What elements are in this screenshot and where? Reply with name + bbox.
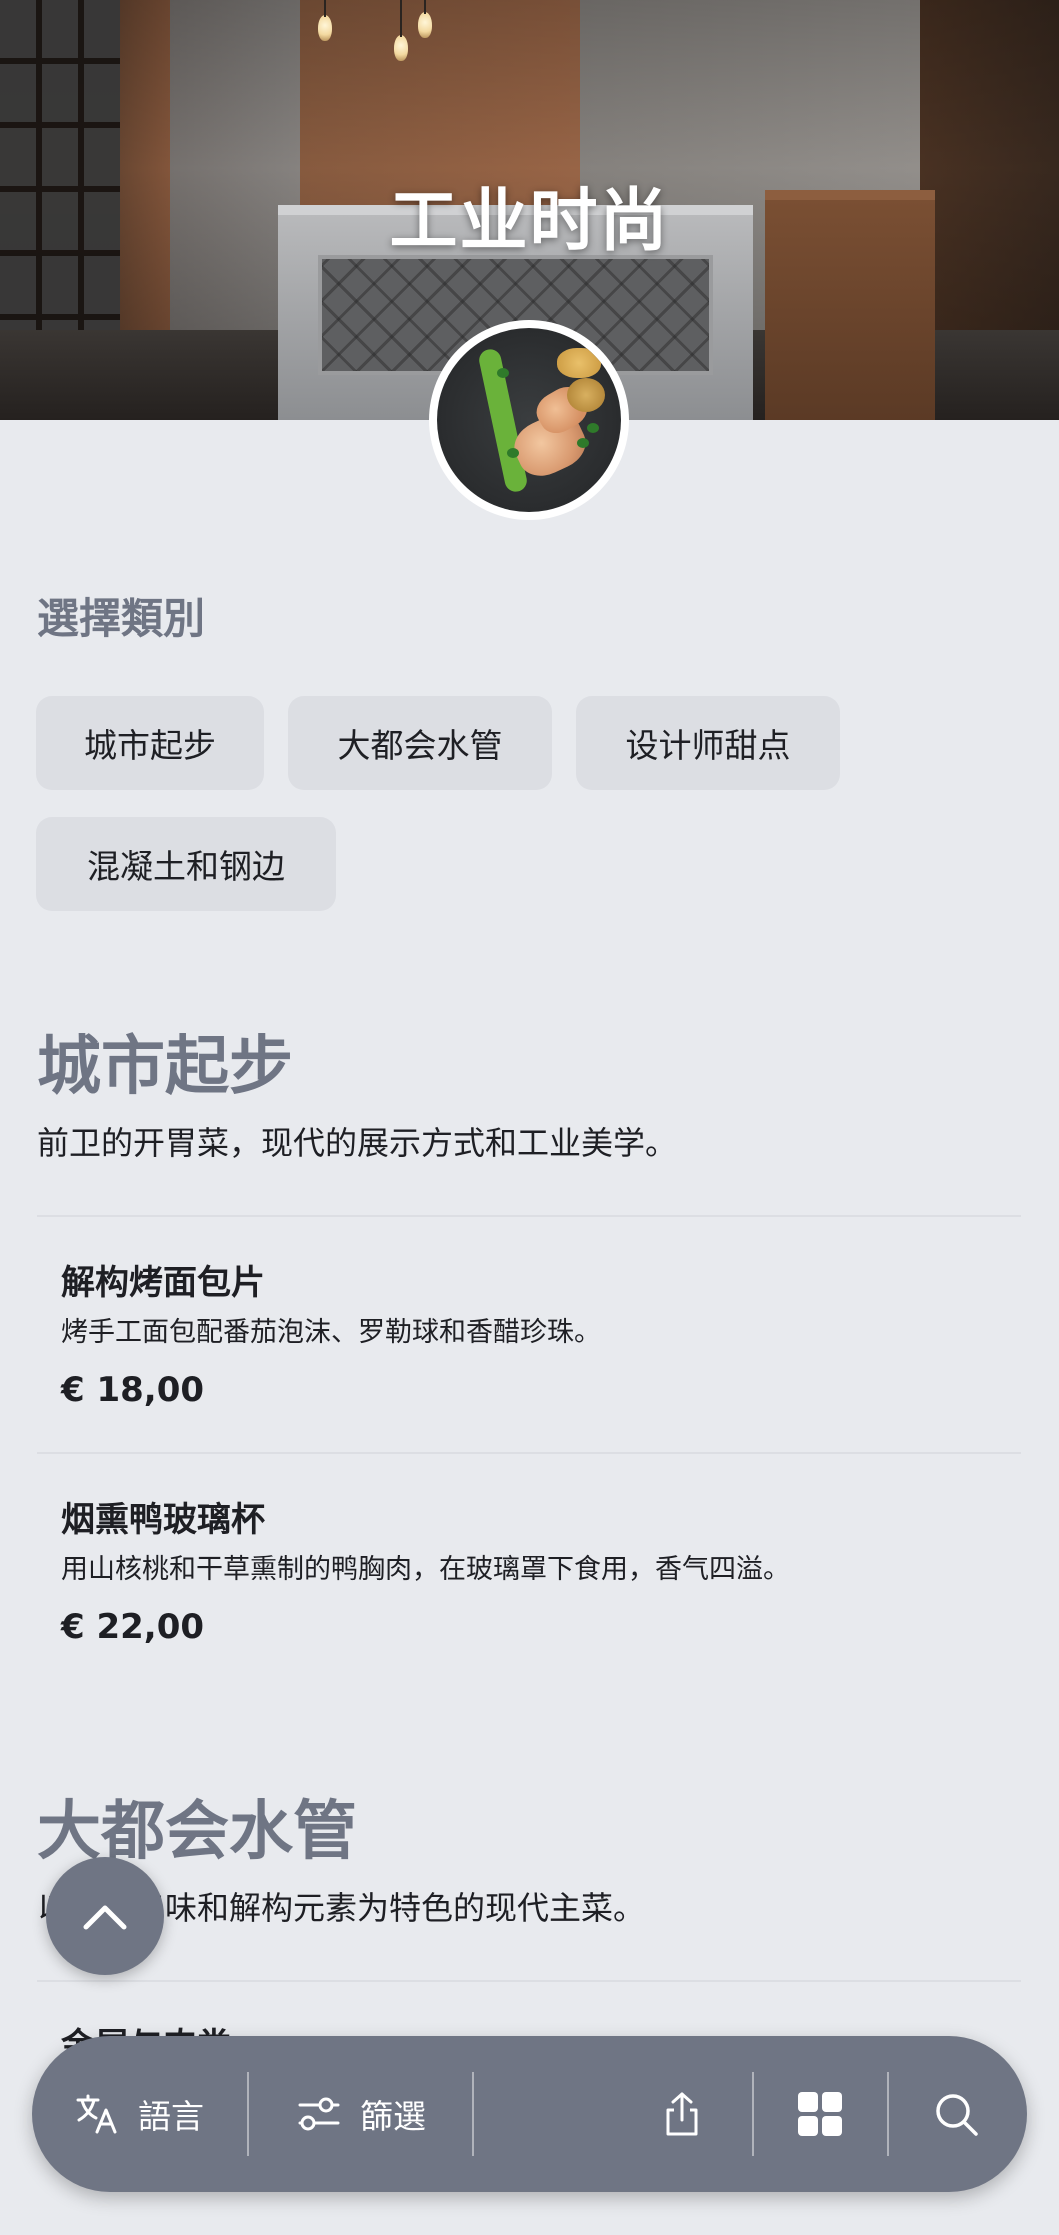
category-chip[interactable]: 大都会水管 <box>288 696 552 790</box>
item-name: 解构烤面包片 <box>61 1263 265 1303</box>
divider <box>37 1215 1021 1217</box>
divider <box>37 1980 1021 1982</box>
category-chip-label: 城市起步 <box>84 726 216 765</box>
bottom-toolbar: 語言 篩選 <box>32 2036 1027 2192</box>
language-button[interactable]: 語言 <box>74 2036 204 2192</box>
search-icon <box>936 2094 978 2136</box>
translate-icon <box>76 2094 117 2134</box>
item-name: 烟熏鸭玻璃杯 <box>61 1500 265 1540</box>
restaurant-logo <box>429 320 629 520</box>
category-chip[interactable]: 设计师甜点 <box>576 696 840 790</box>
category-chip-label: 大都会水管 <box>337 726 503 765</box>
filter-icon <box>298 2097 340 2131</box>
category-chip-label: 设计师甜点 <box>625 726 791 765</box>
divider <box>37 1452 1021 1454</box>
item-price: € 18,00 <box>61 1370 205 1410</box>
share-button[interactable] <box>658 2036 706 2192</box>
hanging-lamp <box>418 0 432 38</box>
category-chip-label: 混凝土和钢边 <box>87 847 285 886</box>
section-title: 大都会水管 <box>37 1795 357 1869</box>
category-chip[interactable]: 城市起步 <box>36 696 264 790</box>
grid-view-button[interactable] <box>796 2036 844 2192</box>
section-description: 前卫的开胃菜，现代的展示方式和工业美学。 <box>37 1124 678 1162</box>
language-label: 語言 <box>138 2097 204 2136</box>
share-icon <box>666 2092 698 2136</box>
restaurant-title: 工业时尚 <box>389 182 670 261</box>
hanging-lamp <box>318 0 332 41</box>
grid-icon <box>798 2092 842 2136</box>
toolbar-divider <box>887 2072 889 2156</box>
toolbar-divider <box>752 2072 754 2156</box>
filter-button[interactable]: 篩選 <box>296 2036 426 2192</box>
scroll-top-button[interactable] <box>46 1857 164 1975</box>
filter-label: 篩選 <box>360 2097 426 2136</box>
search-button[interactable] <box>932 2036 980 2192</box>
item-description: 用山核桃和干草熏制的鸭胸肉，在玻璃罩下食用，香气四溢。 <box>61 1554 790 1585</box>
toolbar-divider <box>247 2072 249 2156</box>
categories-header: 選擇類別 <box>37 594 206 643</box>
category-chip[interactable]: 混凝土和钢边 <box>36 817 336 911</box>
item-price: € 22,00 <box>61 1607 205 1647</box>
hanging-lamp <box>394 0 408 61</box>
section-title: 城市起步 <box>37 1030 293 1104</box>
toolbar-divider <box>472 2072 474 2156</box>
item-description: 烤手工面包配番茄泡沫、罗勒球和香醋珍珠。 <box>61 1317 601 1348</box>
chevron-up-icon <box>83 1905 127 1930</box>
